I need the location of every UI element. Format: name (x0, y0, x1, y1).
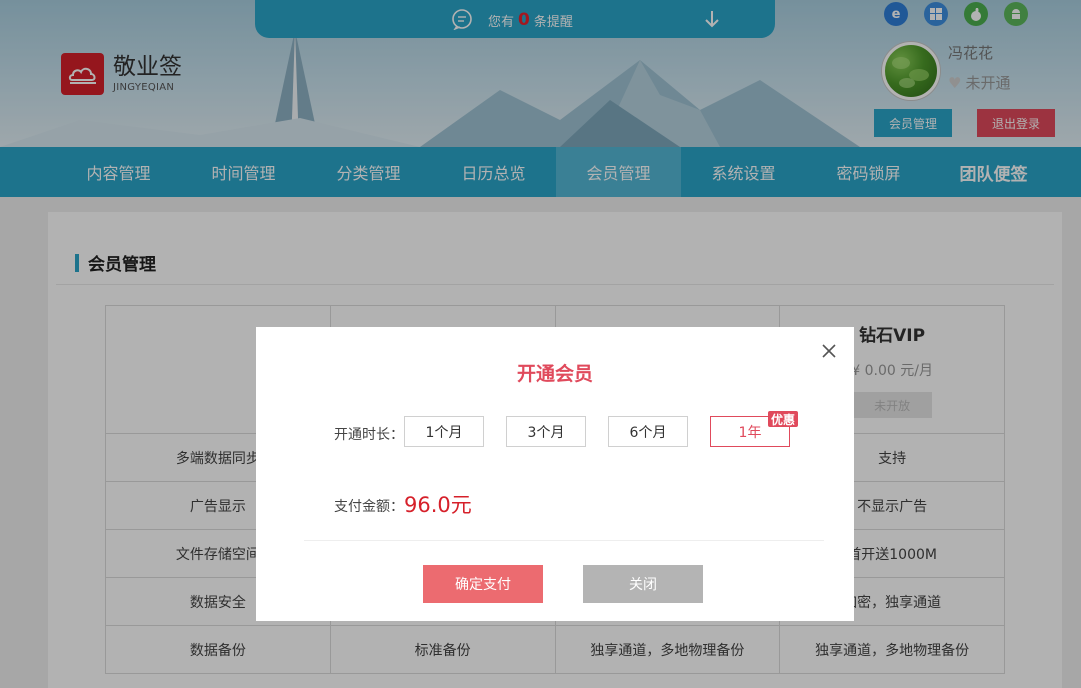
discount-badge: 优惠 (768, 411, 799, 427)
duration-option-3-months[interactable]: 3个月 (506, 416, 586, 447)
confirm-payment-button[interactable]: 确定支付 (423, 565, 543, 603)
dialog-title: 开通会员 (516, 363, 593, 385)
duration-option-1-month[interactable]: 1个月 (404, 416, 484, 447)
open-membership-dialog: 开通会员 开通时长： 1个月 3个月 6个月 1年 优惠 支付金额： 96.0元… (256, 327, 854, 621)
divider (304, 540, 824, 541)
close-icon[interactable] (822, 344, 836, 358)
close-button[interactable]: 关闭 (583, 565, 703, 603)
amount-value: 96.0元 (404, 493, 472, 517)
duration-option-6-months[interactable]: 6个月 (608, 416, 688, 447)
duration-label: 开通时长： (334, 427, 404, 443)
amount-label: 支付金额： (334, 499, 404, 515)
